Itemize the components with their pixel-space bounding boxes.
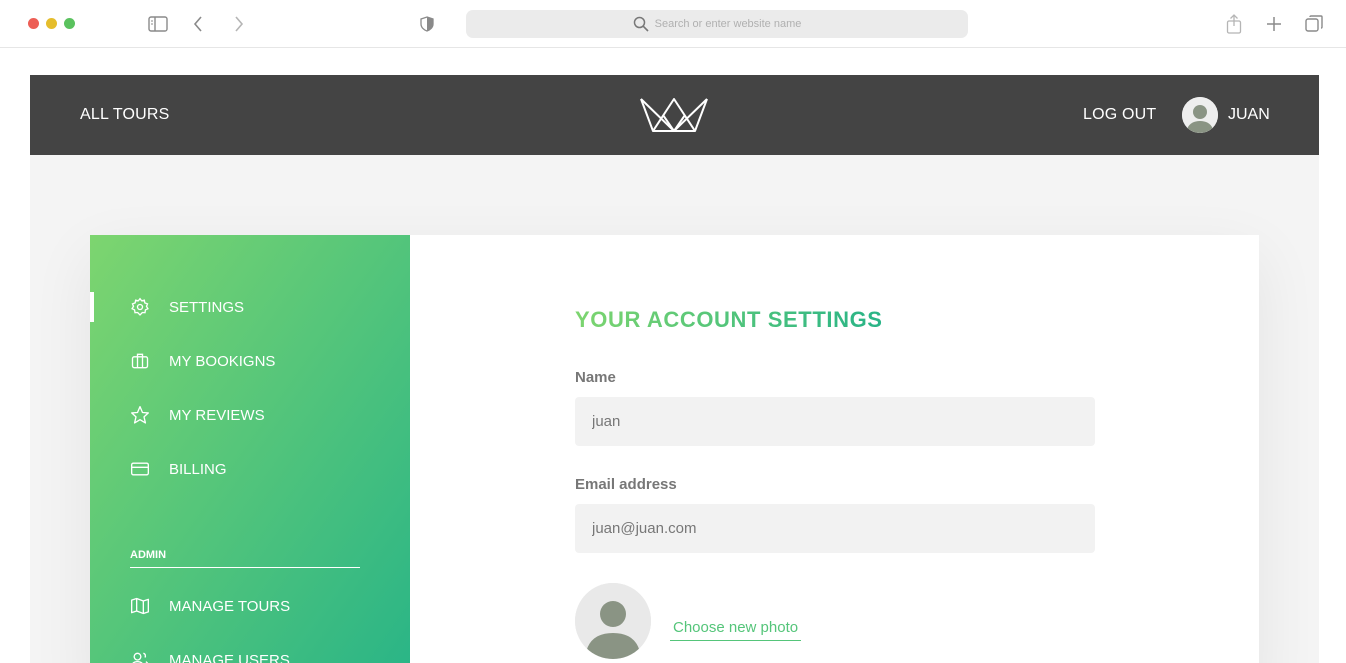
map-icon [129,595,151,617]
logout-button[interactable]: Log out [1083,106,1156,124]
sidebar-item-label: Settings [169,298,245,316]
zoom-window-button[interactable] [64,18,75,29]
page-viewport: All Tours Log out Juan [30,75,1319,663]
sidebar-item-label: My bookigns [169,352,276,370]
share-icon[interactable] [1222,12,1246,36]
choose-photo-link[interactable]: Choose new photo [670,617,802,641]
sidebar-toggle-icon[interactable] [146,12,170,36]
credit-card-icon [129,458,151,480]
star-icon [129,404,151,426]
privacy-shield-icon[interactable] [415,12,439,36]
account-sidebar: Settings My bookigns My reviews Billing [90,235,410,663]
top-navigation: All Tours Log out Juan [30,75,1319,155]
sidebar-item-billing[interactable]: Billing [90,454,410,484]
sidebar-item-settings[interactable]: Settings [90,292,410,322]
email-field[interactable] [575,504,1095,553]
search-icon [633,16,649,32]
sidebar-item-reviews[interactable]: My reviews [90,400,410,430]
page-title: Your account settings [575,307,883,332]
sidebar-item-label: Manage tours [169,597,291,615]
new-tab-icon[interactable] [1262,12,1286,36]
settings-gear-icon [129,296,151,318]
forward-icon[interactable] [227,12,251,36]
sidebar-item-manage-tours[interactable]: Manage tours [90,591,410,621]
admin-section-heading: Admin [130,549,360,568]
username: Juan [1228,106,1270,123]
name-label: Name [575,369,616,386]
crown-logo-icon[interactable] [639,95,709,140]
user-menu[interactable]: Juan [1182,97,1270,133]
account-card: Settings My bookigns My reviews Billing [90,235,1259,663]
briefcase-icon [129,350,151,372]
browser-toolbar: Search or enter website name [0,0,1346,48]
address-placeholder: Search or enter website name [654,18,802,30]
sidebar-item-label: My reviews [169,406,265,424]
photo-upload-row: Choose new photo [575,583,802,659]
avatar [1182,97,1218,133]
minimize-window-button[interactable] [46,18,57,29]
email-label: Email address [575,476,677,493]
users-icon [129,649,151,663]
back-icon[interactable] [186,12,210,36]
all-tours-link[interactable]: All Tours [80,106,170,124]
sidebar-item-label: Manage users [169,651,290,663]
sidebar-item-bookings[interactable]: My bookigns [90,346,410,376]
tabs-overview-icon[interactable] [1302,12,1326,36]
close-window-button[interactable] [28,18,39,29]
user-photo [575,583,651,659]
sidebar-item-manage-users[interactable]: Manage users [90,645,410,663]
address-bar[interactable]: Search or enter website name [466,10,968,38]
name-field[interactable] [575,397,1095,446]
sidebar-item-label: Billing [169,460,227,478]
